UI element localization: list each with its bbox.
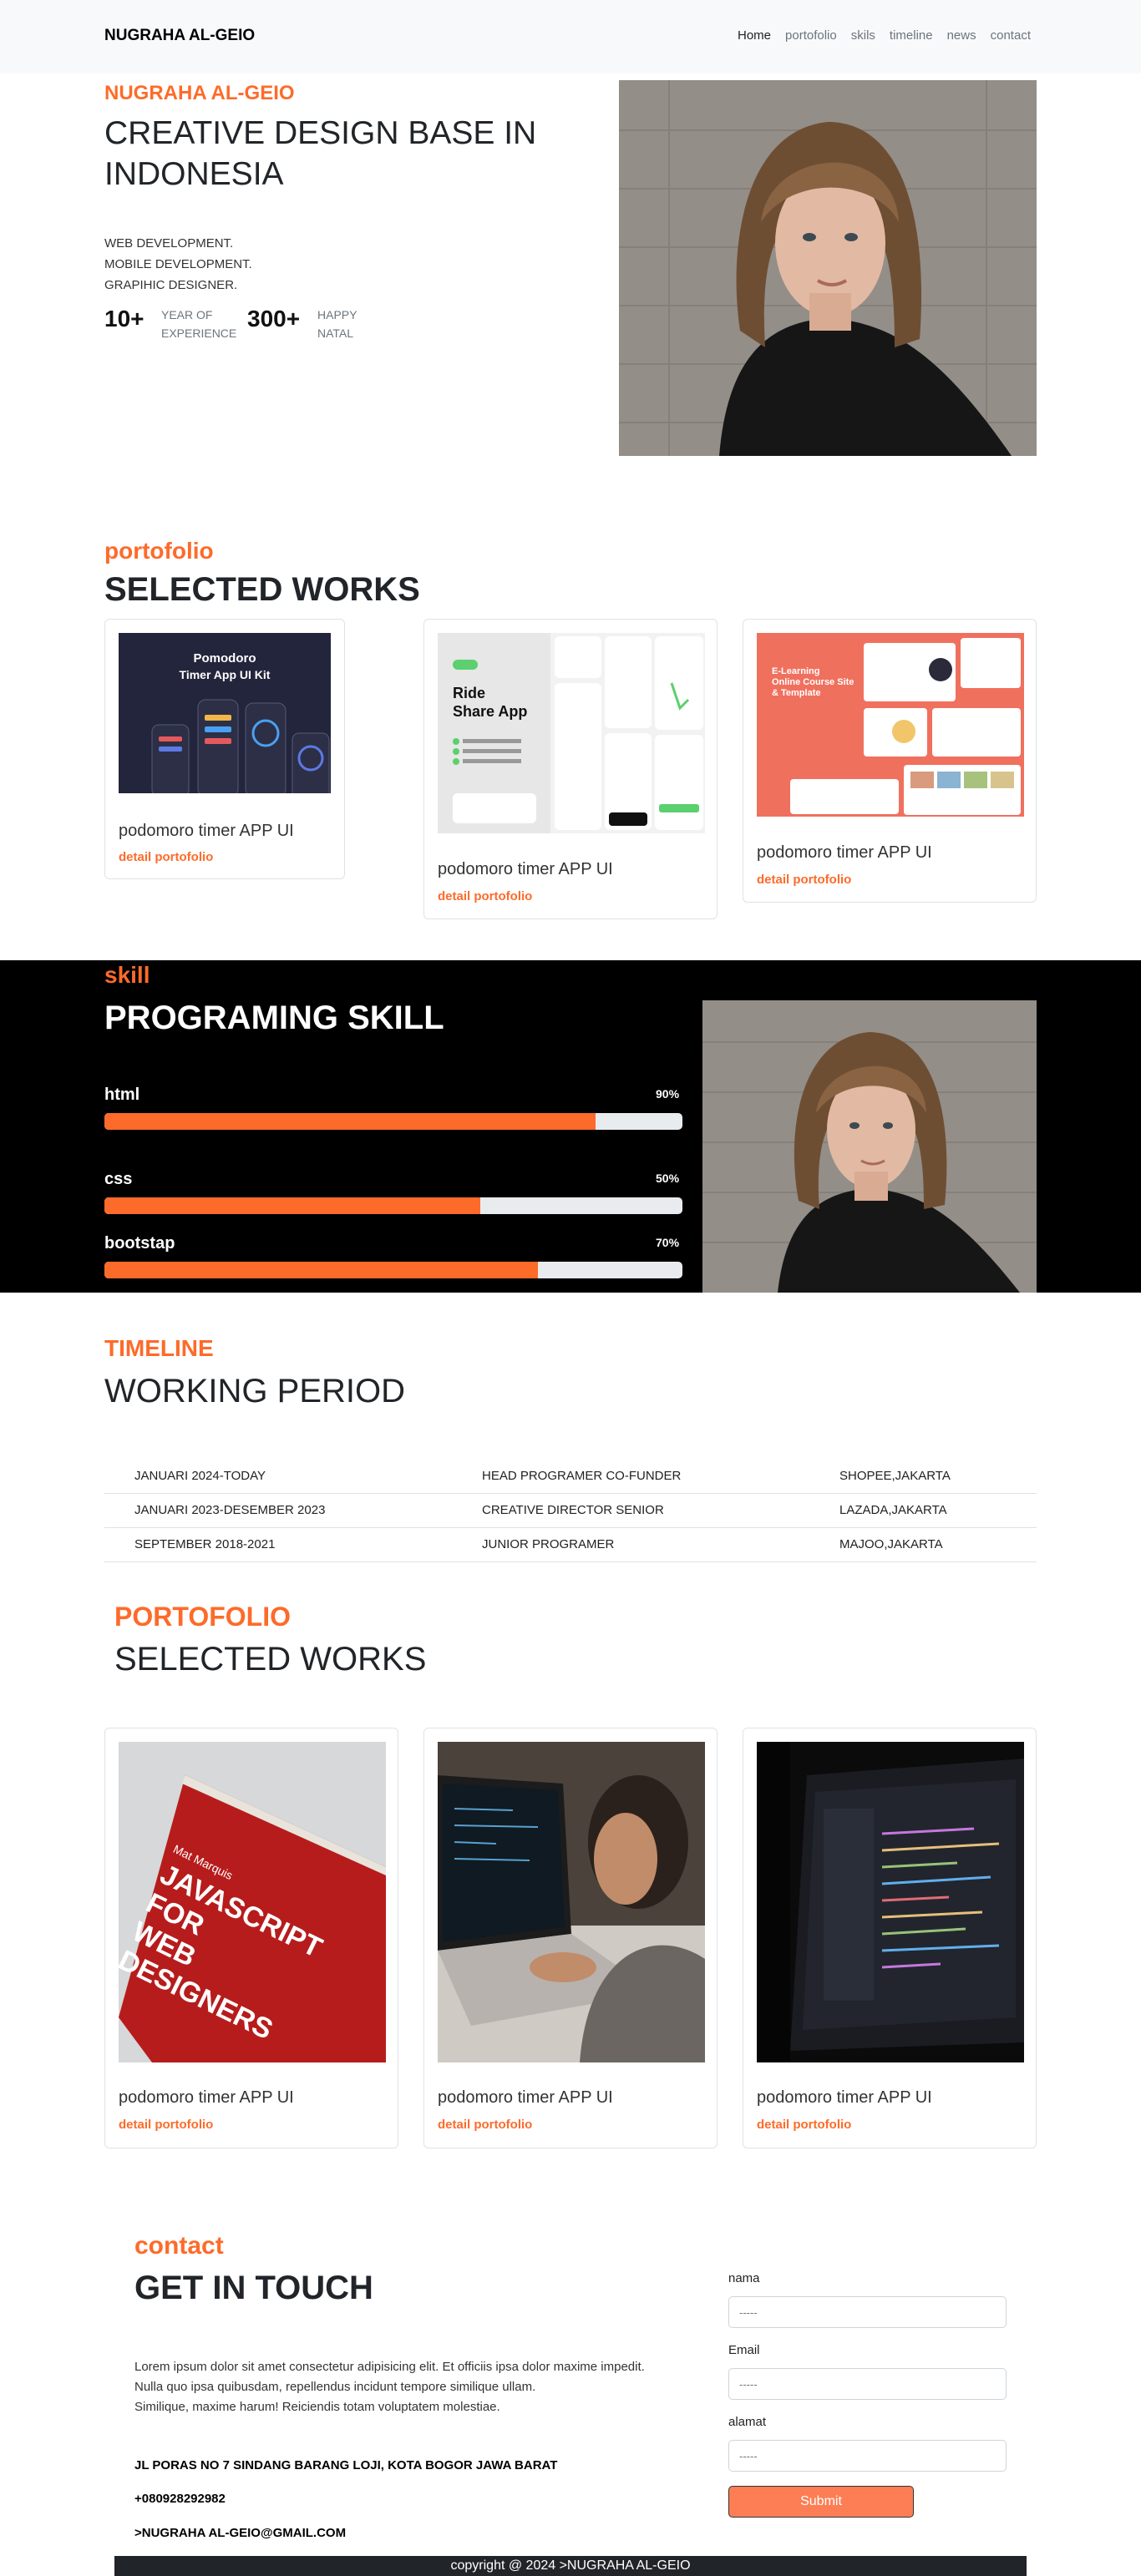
card-title: podomoro timer APP UI <box>438 860 613 878</box>
card-title: podomoro timer APP UI <box>438 2088 613 2107</box>
skill-title: PROGRAMING SKILL <box>104 1000 444 1036</box>
portfolio-title: SELECTED WORKS <box>104 571 420 608</box>
hero-portrait-image <box>619 80 1037 456</box>
timeline-eyebrow: TIMELINE <box>104 1335 214 1361</box>
address-field[interactable] <box>728 2440 1007 2472</box>
service-item: WEB DEVELOPMENT. <box>104 236 234 251</box>
elearning-site-image[interactable]: E-Learning Online Course Site & Template <box>757 633 1024 817</box>
card-detail-link[interactable]: detail portofolio <box>438 2118 532 2132</box>
portfolio-card: E-Learning Online Course Site & Template… <box>743 619 1037 903</box>
skill-portrait-image <box>702 1000 1037 1293</box>
portfolio-card: Pomodoro Timer App UI Kit podomoro timer… <box>104 619 345 879</box>
laptop-coding-image[interactable] <box>438 1742 705 2062</box>
ride-share-app-image[interactable]: Ride Share App <box>438 633 705 833</box>
card-title: podomoro timer APP UI <box>757 2088 932 2107</box>
card-detail-link[interactable]: detail portofolio <box>757 2118 851 2132</box>
role-cell: CREATIVE DIRECTOR SENIOR <box>482 1493 839 1528</box>
skill-progress-fill <box>104 1197 480 1214</box>
contact-eyebrow: contact <box>134 2232 224 2260</box>
nav-link-timeline[interactable]: timeline <box>890 28 933 43</box>
skill-progress-fill <box>104 1262 538 1278</box>
card-detail-link[interactable]: detail portofolio <box>119 2118 213 2132</box>
skill-percent: 50% <box>656 1172 680 1185</box>
portfolio2-card: podomoro timer APP UI detail portofolio <box>423 1728 718 2148</box>
period-cell: JANUARI 2023-DESEMBER 2023 <box>104 1493 482 1528</box>
skill-progress-fill <box>104 1113 596 1130</box>
hero-services: WEB DEVELOPMENT. MOBILE DEVELOPMENT. GRA… <box>104 233 252 296</box>
role-cell: HEAD PROGRAMER CO-FUNDER <box>482 1459 839 1494</box>
card-detail-link[interactable]: detail portofolio <box>438 889 532 903</box>
skill-name: bootstap <box>104 1234 175 1253</box>
submit-button[interactable]: Submit <box>728 2486 914 2518</box>
period-cell: JANUARI 2024-TODAY <box>104 1459 482 1494</box>
footer: copyright @ 2024 >NUGRAHA AL-GEIO <box>114 2556 1027 2576</box>
portfolio2-card: Mat Marquis JAVASCRIPT FOR WEB DESIGNERS… <box>104 1728 398 2148</box>
company-cell: MAJOO,JAKARTA <box>839 1527 1037 1562</box>
skill-progress-bar <box>104 1113 682 1130</box>
portfolio2-eyebrow: PORTOFOLIO <box>114 1602 291 1632</box>
javascript-book-image[interactable]: Mat Marquis JAVASCRIPT FOR WEB DESIGNERS <box>119 1742 386 2062</box>
contact-description: Lorem ipsum dolor sit amet consectetur a… <box>134 2360 645 2414</box>
contact-email[interactable]: >NUGRAHA AL-GEIO@GMAIL.COM <box>134 2526 346 2540</box>
skill-eyebrow: skill <box>104 962 150 988</box>
skill-name: css <box>104 1170 133 1188</box>
skill-percent: 90% <box>656 1087 680 1101</box>
stat-clients-number: 300+ <box>247 306 301 331</box>
portfolio-card: Ride Share App podomoro timer APP UI det… <box>423 619 718 919</box>
card-detail-link[interactable]: detail portofolio <box>757 873 851 887</box>
nav-link-portofolio[interactable]: portofolio <box>785 28 837 43</box>
skill-name: html <box>104 1086 140 1104</box>
role-cell: JUNIOR PROGRAMER <box>482 1527 839 1562</box>
stat-clients-label: HAPPY NATAL <box>317 308 358 340</box>
skill-section: skill PROGRAMING SKILL html 90% css 50% … <box>0 960 1141 1293</box>
hero-title: CREATIVE DESIGN BASE IN INDONESIA <box>104 115 537 192</box>
service-item: GRAPIHIC DESIGNER. <box>104 278 238 292</box>
service-item: MOBILE DEVELOPMENT. <box>104 257 252 271</box>
address-label: alamat <box>728 2415 767 2429</box>
timeline-table: JANUARI 2024-TODAY HEAD PROGRAMER CO-FUN… <box>104 1459 1037 1562</box>
card-title: podomoro timer APP UI <box>119 822 294 840</box>
card-detail-link[interactable]: detail portofolio <box>119 850 213 864</box>
nav-link-contact[interactable]: contact <box>991 28 1031 43</box>
skill-progress-bar <box>104 1262 682 1278</box>
name-field[interactable] <box>728 2296 1007 2328</box>
timeline-title: WORKING PERIOD <box>104 1373 406 1409</box>
dark-code-editor-image[interactable] <box>757 1742 1024 2062</box>
contact-address: JL PORAS NO 7 SINDANG BARANG LOJI, KOTA … <box>134 2458 558 2472</box>
hero-eyebrow: NUGRAHA AL-GEIO <box>104 82 295 104</box>
brand-logo[interactable]: NUGRAHA AL-GEIO <box>104 27 255 45</box>
table-row: JANUARI 2023-DESEMBER 2023 CREATIVE DIRE… <box>104 1493 1037 1528</box>
portfolio-eyebrow: portofolio <box>104 538 214 564</box>
stat-years-label: YEAR OF EXPERIENCE <box>161 308 237 340</box>
skill-progress-bar <box>104 1197 682 1214</box>
name-label: nama <box>728 2271 760 2285</box>
email-field[interactable] <box>728 2368 1007 2400</box>
period-cell: SEPTEMBER 2018-2021 <box>104 1527 482 1562</box>
nav-link-skils[interactable]: skils <box>851 28 875 43</box>
portfolio2-title: SELECTED WORKS <box>114 1641 427 1678</box>
card-title: podomoro timer APP UI <box>757 843 932 862</box>
company-cell: SHOPEE,JAKARTA <box>839 1459 1037 1494</box>
portfolio2-card: podomoro timer APP UI detail portofolio <box>743 1728 1037 2148</box>
email-label: Email <box>728 2343 760 2357</box>
stat-years-number: 10+ <box>104 306 145 331</box>
nav-link-news[interactable]: news <box>947 28 976 43</box>
pomodoro-app-image[interactable]: Pomodoro Timer App UI Kit <box>119 633 331 793</box>
contact-phone[interactable]: +080928292982 <box>134 2492 226 2506</box>
navbar: NUGRAHA AL-GEIO Home portofolio skils ti… <box>0 0 1141 73</box>
card-title: podomoro timer APP UI <box>119 2088 294 2107</box>
table-row: JANUARI 2024-TODAY HEAD PROGRAMER CO-FUN… <box>104 1459 1037 1494</box>
nav-link-home[interactable]: Home <box>738 28 771 43</box>
company-cell: LAZADA,JAKARTA <box>839 1493 1037 1528</box>
table-row: SEPTEMBER 2018-2021 JUNIOR PROGRAMER MAJ… <box>104 1527 1037 1562</box>
skill-percent: 70% <box>656 1236 680 1249</box>
nav-links: Home portofolio skils timeline news cont… <box>738 28 1031 43</box>
contact-title: GET IN TOUCH <box>134 2270 373 2306</box>
